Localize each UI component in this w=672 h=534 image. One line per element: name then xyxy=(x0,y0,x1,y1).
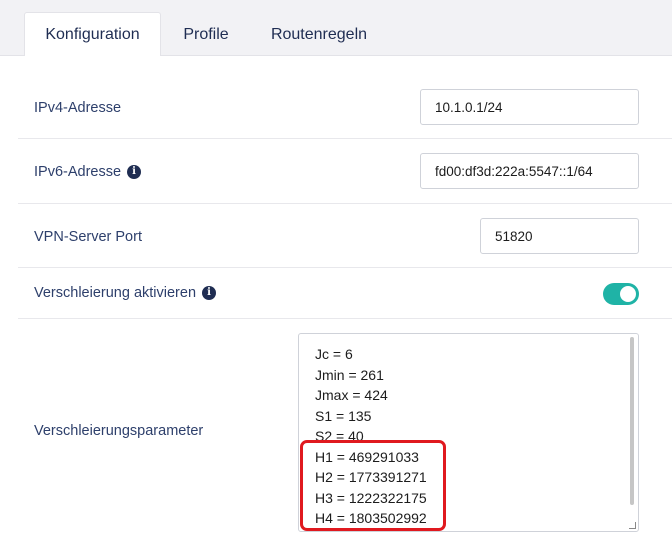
ipv4-label: IPv4-Adresse xyxy=(34,100,122,116)
params-textarea[interactable]: Jc = 6 Jmin = 261 Jmax = 424 S1 = 135 S2 = 4… xyxy=(298,333,639,532)
port-label: VPN-Server Port xyxy=(34,229,142,245)
obfuscation-label-group: Verschleierung aktivieren i xyxy=(34,285,217,301)
param-line: H1 = 469291033 xyxy=(315,448,419,465)
param-line: H4 = 1803502992 xyxy=(315,510,427,526)
tab-konfiguration[interactable]: Konfiguration xyxy=(24,12,161,57)
param-line: Jmin = 261 xyxy=(315,366,384,383)
param-line: H3 = 1222322175 xyxy=(315,489,427,506)
obfuscation-label: Verschleierung aktivieren xyxy=(34,285,197,301)
ipv6-label-group: IPv6-Adresse i xyxy=(34,164,142,180)
ipv6-label: IPv6-Adresse xyxy=(34,164,122,180)
params-lines: Jc = 6 Jmin = 261 Jmax = 424 S1 = 135 S2 = 4… xyxy=(315,344,427,529)
params-label: Verschleierungsparameter xyxy=(34,423,204,439)
tab-bar: Konfiguration Profile Routenregeln xyxy=(0,0,672,57)
tab-profile[interactable]: Profile xyxy=(166,12,246,57)
info-icon[interactable]: i xyxy=(202,286,217,300)
param-line: S1 = 135 xyxy=(315,407,372,424)
textarea-scrollbar[interactable] xyxy=(630,337,634,505)
ipv4-input[interactable] xyxy=(420,89,639,125)
param-line: H2 = 1773391271 xyxy=(315,469,427,485)
obfuscation-row: Verschleierung aktivieren i xyxy=(18,268,672,319)
param-line: Jmax = 424 xyxy=(315,387,388,403)
obfuscation-toggle[interactable] xyxy=(603,283,639,305)
tab-routenregeln[interactable]: Routenregeln xyxy=(254,12,384,57)
port-input[interactable] xyxy=(480,218,639,254)
param-line: Jc = 6 xyxy=(315,346,353,362)
info-icon[interactable]: i xyxy=(127,165,142,179)
ipv6-input[interactable] xyxy=(420,153,639,189)
param-line: S2 = 40 xyxy=(315,428,364,444)
toggle-knob xyxy=(620,286,636,302)
resize-grip-icon[interactable] xyxy=(629,522,636,529)
